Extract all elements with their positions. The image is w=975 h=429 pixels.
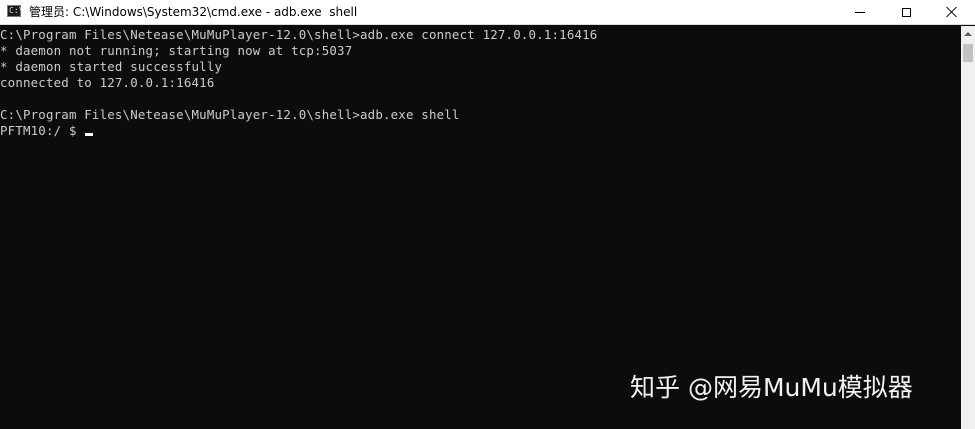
window-title: 管理员: C:\Windows\System32\cmd.exe - adb.e… xyxy=(29,5,358,19)
maximize-icon xyxy=(901,7,911,17)
console-glyph: C:\ xyxy=(9,6,24,15)
console-line: * daemon not running; starting now at tc… xyxy=(0,43,353,58)
console-line: C:\Program Files\Netease\MuMuPlayer-12.0… xyxy=(0,27,598,42)
shell-prompt: PFTM10:/ $ xyxy=(0,123,85,138)
minimize-icon xyxy=(855,11,865,13)
console-line: C:\Program Files\Netease\MuMuPlayer-12.0… xyxy=(0,107,460,122)
close-icon xyxy=(946,6,958,18)
cmd-window: C:\ 管理员: C:\Windows\System32\cmd.exe - a… xyxy=(0,0,975,429)
shell-prompt-line[interactable]: PFTM10:/ $ xyxy=(0,123,94,139)
console-line: connected to 127.0.0.1:16416 xyxy=(0,75,215,90)
cmd-console-icon[interactable]: C:\ xyxy=(7,5,24,17)
maximize-button[interactable] xyxy=(883,0,929,24)
console-output[interactable]: C:\Program Files\Netease\MuMuPlayer-12.0… xyxy=(0,26,960,429)
text-cursor xyxy=(85,133,94,136)
watermark: 知乎 @网易MuMu模拟器 xyxy=(630,373,913,402)
minimize-button[interactable] xyxy=(837,0,883,24)
close-button[interactable] xyxy=(929,0,975,24)
title-bar[interactable]: C:\ 管理员: C:\Windows\System32\cmd.exe - a… xyxy=(0,0,975,25)
scroll-up-button[interactable] xyxy=(961,26,975,42)
console-line: * daemon started successfully xyxy=(0,59,223,74)
arrow-up-icon xyxy=(964,32,972,36)
vertical-scrollbar[interactable] xyxy=(961,26,975,429)
scroll-thumb[interactable] xyxy=(963,44,973,62)
